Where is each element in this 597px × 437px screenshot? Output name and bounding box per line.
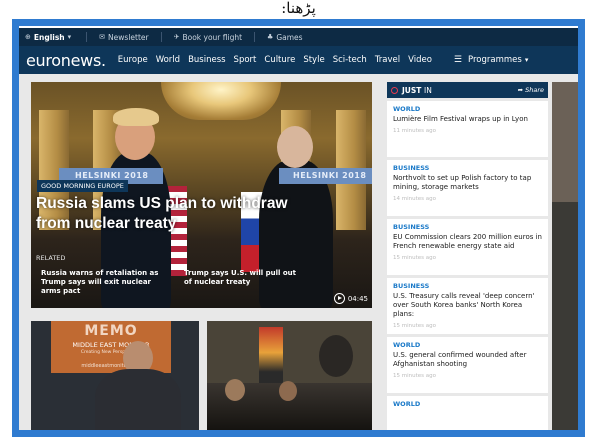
related-story-link[interactable]: Trump says U.S. will pull out of nuclear… — [184, 269, 302, 287]
frame-inner: ⊕ English ▾ ✉ Newsletter ✈ Book your fli… — [19, 26, 578, 430]
puzzle-icon: ♣ — [267, 33, 274, 41]
item-category: WORLD — [393, 105, 421, 113]
globe-icon: ⊕ — [25, 33, 31, 41]
nav-item-sport[interactable]: Sport — [234, 55, 257, 65]
item-headline: Lumière Film Festival wraps up in Lyon — [393, 115, 528, 123]
chandelier-image — [161, 82, 281, 120]
item-category: WORLD — [393, 341, 421, 349]
nav-item-sci-tech[interactable]: Sci-tech — [333, 55, 367, 65]
nav-item-travel[interactable]: Travel — [375, 55, 400, 65]
item-category: WORLD — [393, 400, 421, 408]
games-link[interactable]: ♣ Games — [267, 33, 303, 42]
item-time: 11 minutes ago — [393, 128, 436, 134]
just-in-header: JUST IN ➦ Share — [387, 82, 548, 98]
just-in-item[interactable]: WORLD U.S. general confirmed wounded aft… — [387, 337, 548, 393]
item-time: 15 minutes ago — [393, 323, 436, 329]
memo-subtitle: MIDDLE EAST MONITOR — [72, 341, 150, 349]
just-in-item[interactable]: BUSINESS Northvolt to set up Polish fact… — [387, 160, 548, 216]
person-figure — [95, 369, 181, 430]
chevron-down-icon: ▾ — [524, 56, 529, 64]
item-category: BUSINESS — [393, 164, 430, 172]
memo-logo: MEMO — [84, 323, 138, 339]
browser-screenshot: ⊕ English ▾ ✉ Newsletter ✈ Book your fli… — [19, 28, 578, 430]
item-headline: EU Commission clears 200 million euros i… — [393, 233, 542, 250]
plane-icon: ✈ — [173, 33, 180, 41]
poster-image — [259, 327, 283, 391]
story-thumbnail[interactable] — [207, 321, 372, 430]
item-category: BUSINESS — [393, 223, 430, 231]
book-flight-label: Book your flight — [182, 32, 243, 42]
nav-item-culture[interactable]: Culture — [264, 55, 295, 65]
memo-tagline: Creating New Perspectives — [80, 350, 142, 355]
main-nav: euronews. Europe World Business Sport Cu… — [19, 46, 578, 74]
programmes-menu[interactable]: ☰ Programmes ▾ — [454, 55, 528, 65]
just-in-title-rest: IN — [424, 85, 432, 95]
just-in-panel: JUST IN ➦ Share WORLD Lumière Film Festi… — [387, 82, 548, 430]
newsletter-label: Newsletter — [108, 32, 149, 42]
item-category: BUSINESS — [393, 282, 430, 290]
just-in-item[interactable]: WORLD — [387, 396, 548, 430]
putin-head — [277, 126, 313, 168]
person-head — [279, 381, 297, 401]
newsletter-link[interactable]: ✉ Newsletter — [99, 33, 148, 42]
utility-bar: ⊕ English ▾ ✉ Newsletter ✈ Book your fli… — [19, 28, 578, 46]
list-icon: ☰ — [453, 55, 462, 65]
item-headline: Northvolt to set up Polish factory to ta… — [393, 174, 532, 191]
nav-item-business[interactable]: Business — [188, 55, 225, 65]
video-duration[interactable]: 04:45 — [333, 293, 368, 304]
envelope-icon: ✉ — [99, 33, 106, 41]
duration-label: 04:45 — [347, 294, 368, 303]
programmes-label: Programmes — [468, 55, 522, 65]
euronews-logo[interactable]: euronews. — [26, 51, 106, 70]
divider — [254, 32, 256, 42]
just-in-item[interactable]: BUSINESS EU Commission clears 200 millio… — [387, 219, 548, 275]
just-in-item[interactable]: WORLD Lumière Film Festival wraps up in … — [387, 101, 548, 157]
share-label: Share — [525, 86, 544, 94]
nav-item-video[interactable]: Video — [408, 55, 432, 65]
divider — [86, 32, 88, 42]
share-button[interactable]: ➦ Share — [518, 86, 544, 94]
logo-text: euronews. — [26, 50, 106, 70]
play-icon — [333, 293, 345, 304]
book-flight-link[interactable]: ✈ Book your flight — [174, 33, 242, 42]
item-time: 15 minutes ago — [393, 373, 436, 379]
item-time: 14 minutes ago — [393, 196, 436, 202]
just-in-item[interactable]: BUSINESS U.S. Treasury calls reveal 'dee… — [387, 278, 548, 334]
just-in-title: JUST IN — [402, 86, 432, 95]
language-selector[interactable]: ⊕ English ▾ — [25, 33, 74, 42]
nav-item-world[interactable]: World — [156, 55, 180, 65]
games-label: Games — [276, 32, 303, 42]
helsinki-banner-right: HELSINKI 2018 — [279, 168, 372, 184]
item-time: 15 minutes ago — [393, 255, 436, 261]
memo-url: middleeastmonitor.com — [81, 363, 141, 369]
hero-title[interactable]: Russia slams US plan to withdraw from nu… — [36, 194, 316, 234]
nav-item-style[interactable]: Style — [303, 55, 324, 65]
person-head — [225, 379, 245, 401]
share-icon: ➦ — [517, 86, 524, 94]
memo-banner: MEMO MIDDLE EAST MONITOR Creating New Pe… — [51, 321, 171, 373]
nav-item-europe[interactable]: Europe — [118, 55, 148, 65]
offscreen-content — [552, 82, 578, 430]
chevron-down-icon: ▾ — [67, 33, 72, 41]
hero-tag[interactable]: GOOD MORNING EUROPE — [37, 180, 128, 192]
just-in-title-bold: JUST — [402, 85, 422, 95]
item-headline: U.S. general confirmed wounded after Afg… — [393, 351, 527, 368]
person-head — [319, 335, 353, 377]
story-thumbnail[interactable]: MEMO MIDDLE EAST MONITOR Creating New Pe… — [31, 321, 199, 430]
related-label: RELATED — [36, 254, 66, 262]
trump-hair — [113, 108, 159, 126]
related-story-link[interactable]: Russia warns of retaliation as Trump say… — [41, 269, 159, 296]
hero-story[interactable]: HELSINKI 2018 HELSINKI 2018 GOOD MORNING… — [31, 82, 372, 308]
live-icon — [391, 86, 398, 94]
item-headline: U.S. Treasury calls reveal 'deep concern… — [393, 292, 535, 318]
language-label: English — [33, 32, 65, 42]
divider — [160, 32, 162, 42]
blue-frame: ⊕ English ▾ ✉ Newsletter ✈ Book your fli… — [12, 19, 585, 437]
